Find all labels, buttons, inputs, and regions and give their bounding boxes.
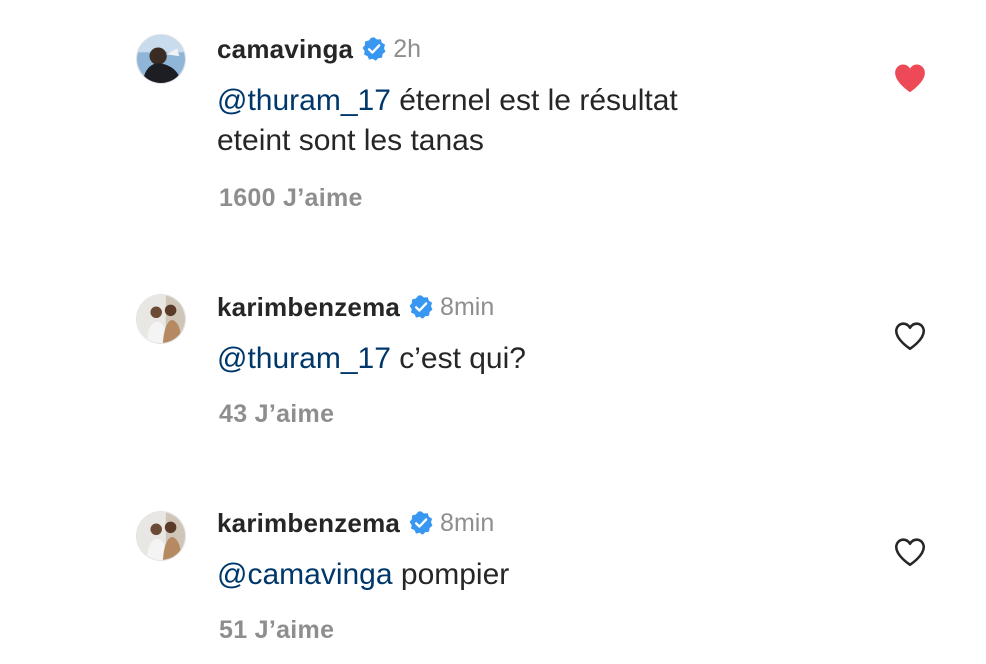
verified-badge-icon [408,510,434,536]
mention-link[interactable]: @camavinga [217,558,393,591]
avatar[interactable] [136,511,186,561]
heart-outline-icon [894,322,926,351]
avatar[interactable] [136,294,186,344]
comment-time: 8min [440,292,495,321]
comment-time: 8min [440,508,495,537]
comment-header: karimbenzema 8min [217,506,494,540]
comment-header: karimbenzema 8min [217,290,494,324]
mention-link[interactable]: @thuram_17 [217,342,391,375]
heart-outline-icon [894,538,926,567]
comment-item: karimbenzema 8min @camavinga pompier 51 … [0,0,986,644]
username[interactable]: karimbenzema [217,508,400,539]
likes-count[interactable]: 51 J’aime [219,616,334,645]
like-button[interactable] [893,320,927,352]
comment-text: @camavinga pompier [217,555,857,595]
comment-text-line: c’est qui? [390,342,526,375]
comment-text-line: pompier [392,558,510,591]
verified-badge-icon [408,294,434,320]
likes-count[interactable]: 43 J’aime [219,400,334,429]
comment-text: @thuram_17 c’est qui? [217,339,857,379]
username[interactable]: karimbenzema [217,292,400,323]
like-button[interactable] [893,536,927,568]
